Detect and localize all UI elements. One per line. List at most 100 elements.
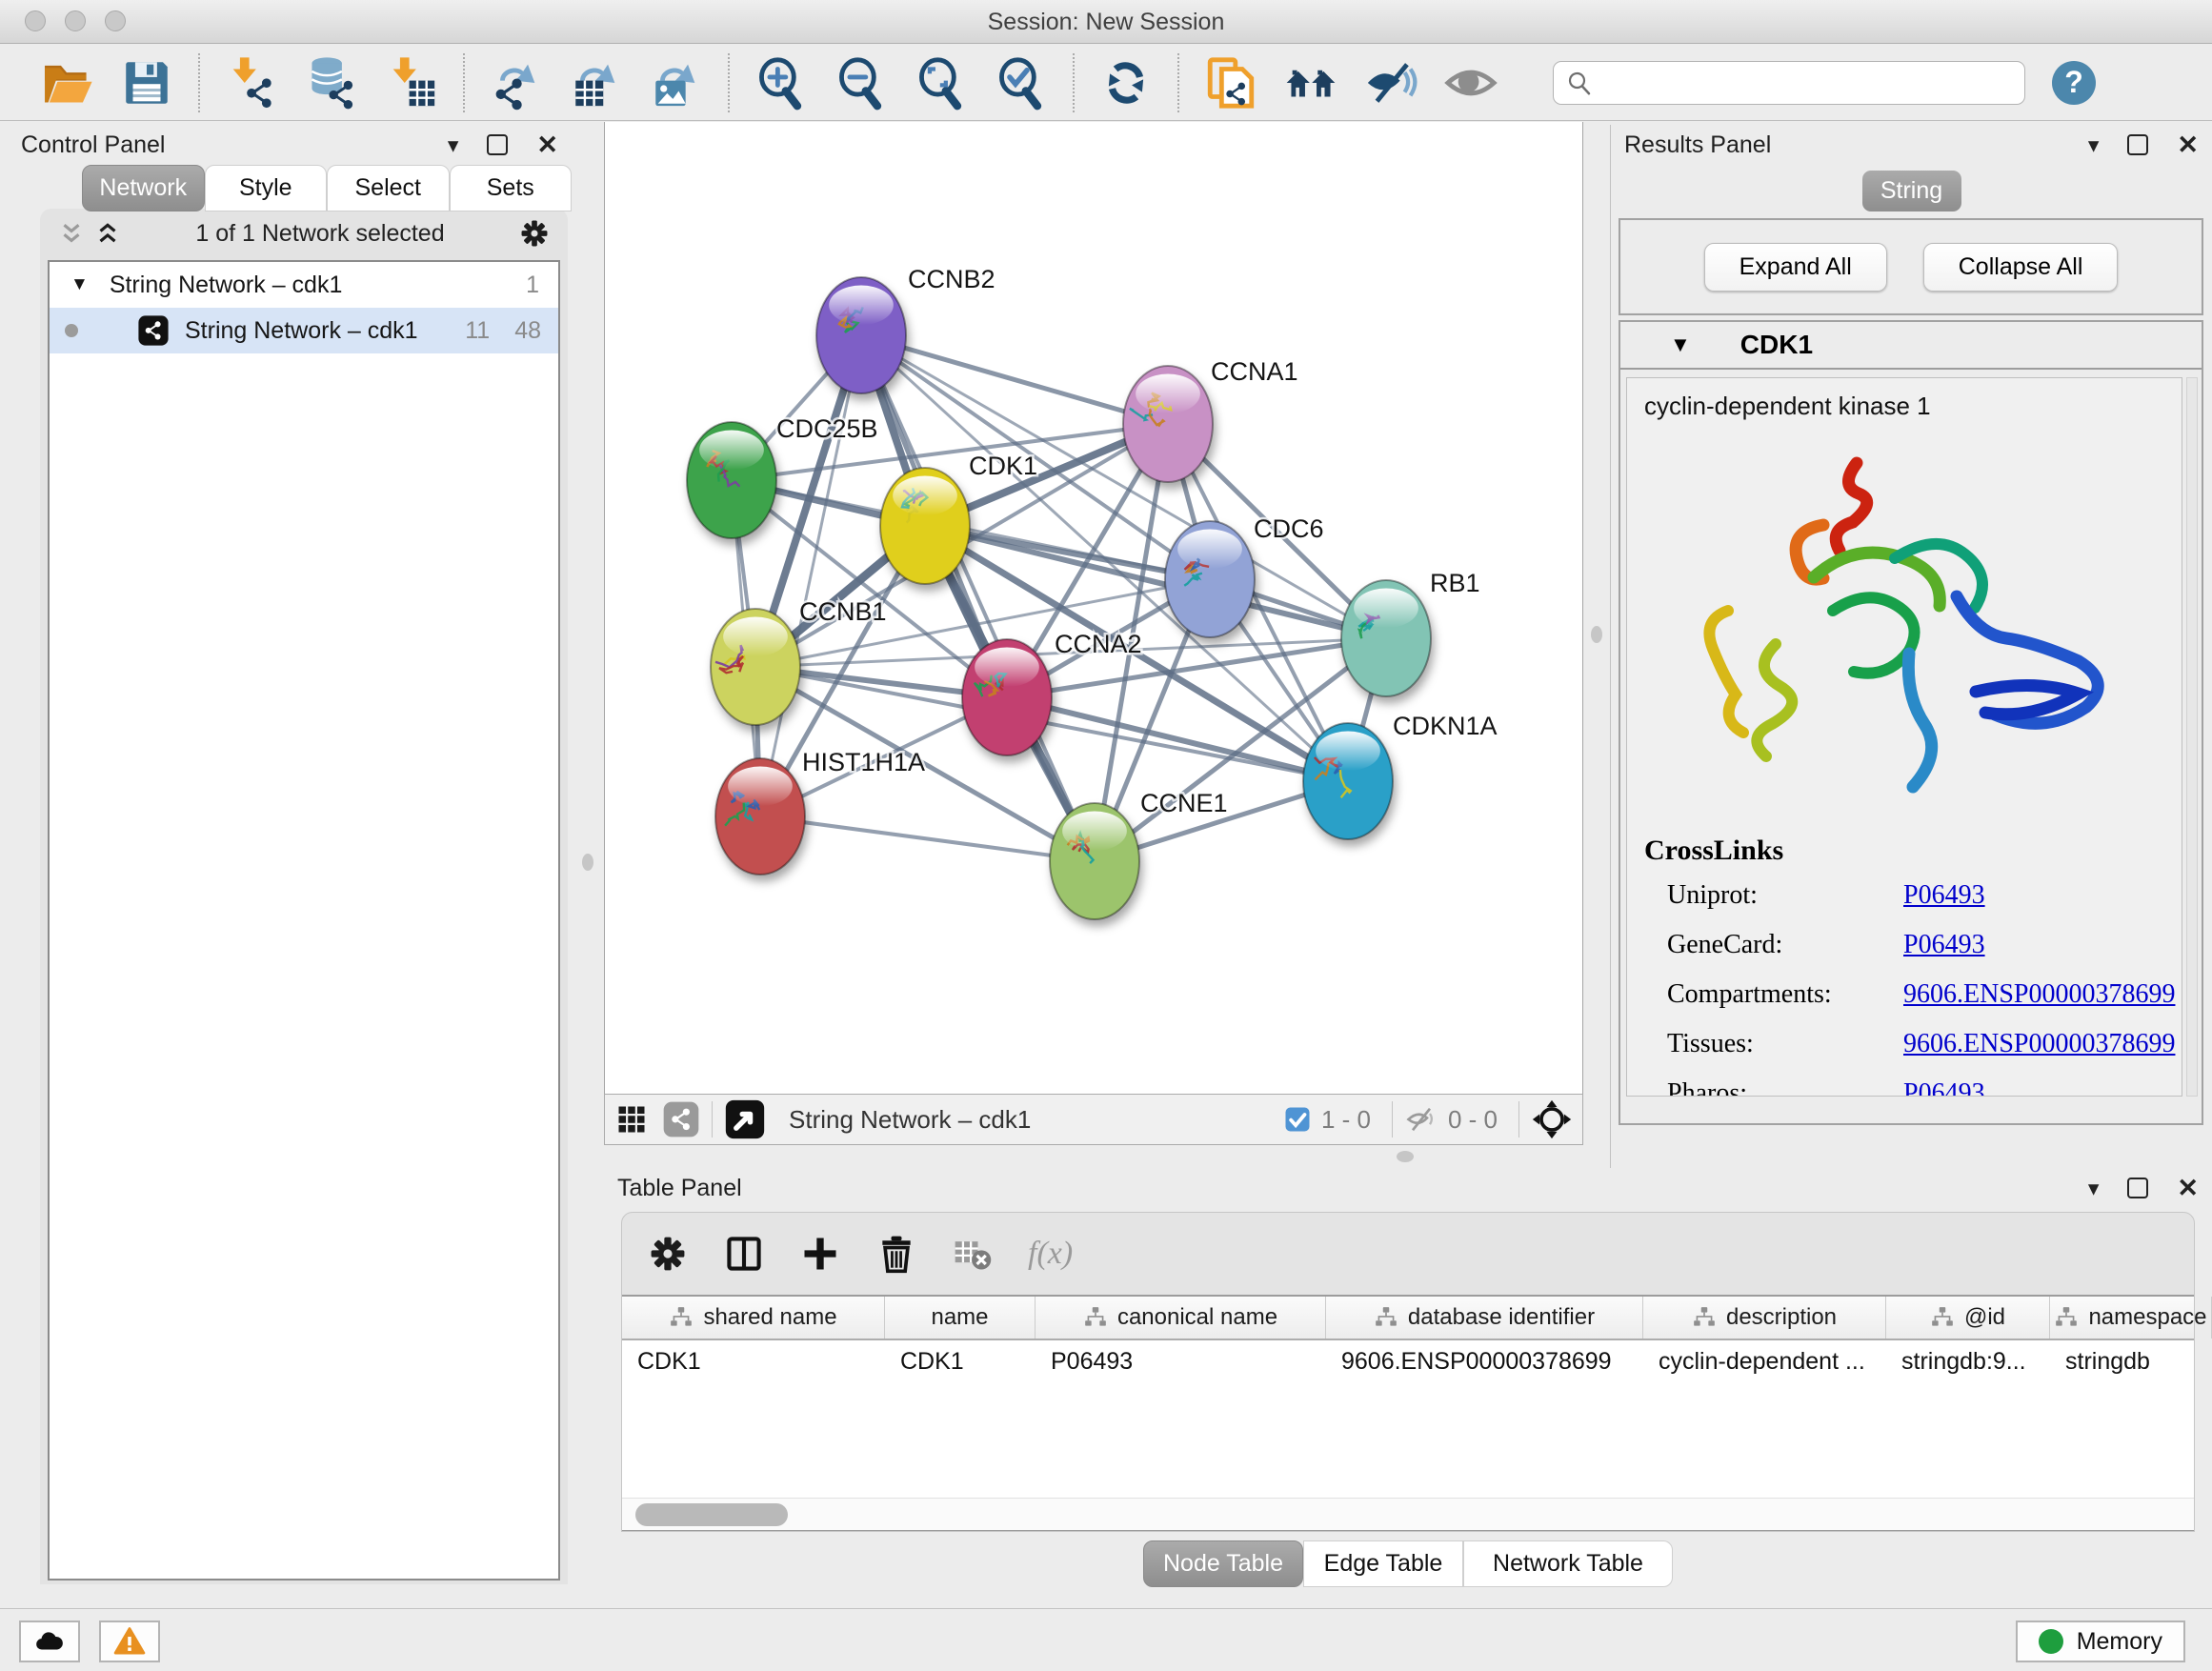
network-node-RB1[interactable]	[1341, 580, 1431, 696]
results-scrollbar[interactable]	[2186, 377, 2198, 1097]
table-cell[interactable]: CDK1	[885, 1340, 1036, 1384]
crosslink-link[interactable]: P06493	[1903, 1078, 2175, 1097]
import-network-database-button[interactable]	[292, 49, 372, 117]
crosslink-link[interactable]: P06493	[1903, 880, 2175, 911]
table-options-gear-icon[interactable]	[647, 1233, 689, 1275]
cloud-services-button[interactable]	[19, 1621, 80, 1662]
network-edge[interactable]	[861, 335, 1095, 861]
table-row[interactable]: CDK1CDK1P064939606.ENSP00000378699cyclin…	[622, 1340, 2194, 1384]
network-node-CDC6[interactable]	[1165, 521, 1255, 637]
memory-button[interactable]: Memory	[2016, 1621, 2185, 1662]
network-node-CDK1[interactable]	[880, 468, 970, 584]
search-input[interactable]	[1601, 70, 2013, 96]
table-cell[interactable]: 9606.ENSP00000378699	[1326, 1340, 1643, 1384]
column-header-canonical-name[interactable]: canonical name	[1036, 1297, 1326, 1339]
zoom-out-button[interactable]	[821, 49, 901, 117]
tab-network[interactable]: Network	[82, 165, 205, 211]
network-collection-row[interactable]: ▼ String Network – cdk1 1	[50, 262, 558, 308]
column-header-shared-name[interactable]: shared name	[622, 1297, 885, 1339]
add-column-icon[interactable]	[799, 1233, 841, 1275]
network-row-selected[interactable]: String Network – cdk1 11 48	[50, 308, 558, 353]
column-header-namespace[interactable]: namespace	[2050, 1297, 2212, 1339]
collapse-all-button[interactable]: Collapse All	[1923, 243, 2119, 292]
search-box[interactable]	[1553, 61, 2025, 105]
import-table-button[interactable]	[372, 49, 452, 117]
help-button[interactable]: ?	[2052, 61, 2096, 105]
hide-selected-button[interactable]	[1351, 49, 1431, 117]
float-panel-icon[interactable]	[2127, 1178, 2148, 1198]
float-panel-icon[interactable]	[487, 134, 508, 155]
table-cell[interactable]: stringdb	[2050, 1340, 2212, 1384]
close-window-button[interactable]	[25, 10, 46, 31]
close-panel-icon[interactable]: ✕	[2177, 131, 2199, 160]
save-session-button[interactable]	[107, 49, 187, 117]
entry-header[interactable]: ▼ CDK1	[1620, 322, 2202, 370]
network-node-CCNA1[interactable]	[1123, 366, 1213, 482]
zoom-in-button[interactable]	[741, 49, 821, 117]
birdseye-view-icon[interactable]	[724, 1098, 766, 1140]
export-network-button[interactable]	[476, 49, 556, 117]
table-cell[interactable]: stringdb:9...	[1886, 1340, 2050, 1384]
tab-select[interactable]: Select	[327, 165, 450, 211]
network-node-CCNB2[interactable]	[816, 277, 906, 393]
left-splitter-handle[interactable]	[582, 854, 593, 871]
network-options-gear-icon[interactable]	[518, 217, 551, 250]
network-node-CCNA2[interactable]	[962, 639, 1052, 755]
network-edge[interactable]	[760, 816, 1095, 861]
collapse-caret-icon[interactable]: ▼	[70, 274, 89, 295]
network-node-HIST1H1A[interactable]	[715, 758, 805, 875]
crosslink-link[interactable]: 9606.ENSP00000378699	[1903, 1029, 2175, 1059]
show-columns-icon[interactable]	[723, 1233, 765, 1275]
export-image-button[interactable]	[636, 49, 716, 117]
maximize-window-button[interactable]	[105, 10, 126, 31]
column-header-description[interactable]: description	[1643, 1297, 1886, 1339]
column-header-database-identifier[interactable]: database identifier	[1326, 1297, 1643, 1339]
delete-table-icon[interactable]	[952, 1233, 994, 1275]
table-hscrollbar[interactable]	[622, 1498, 2194, 1530]
collapse-caret-icon[interactable]: ▼	[1670, 332, 1691, 357]
export-table-button[interactable]	[556, 49, 636, 117]
copy-style-button[interactable]	[1191, 49, 1271, 117]
network-edge[interactable]	[760, 335, 861, 816]
close-panel-icon[interactable]: ✕	[536, 131, 558, 160]
column-header-name[interactable]: name	[885, 1297, 1036, 1339]
tab-string[interactable]: String	[1862, 171, 1961, 211]
float-panel-icon[interactable]	[2127, 134, 2148, 155]
tab-node-table[interactable]: Node Table	[1143, 1540, 1303, 1587]
panel-menu-icon[interactable]: ▾	[2088, 1176, 2100, 1201]
panel-menu-icon[interactable]: ▾	[2088, 132, 2100, 158]
selected-checkbox-icon[interactable]	[1283, 1105, 1312, 1134]
network-view-canvas[interactable]: CCNB2CCNA1CDC25BCDK1CDC6RB1CCNB1CCNA2CDK…	[604, 122, 1583, 1094]
network-node-CCNB1[interactable]	[711, 609, 800, 725]
warnings-button[interactable]	[99, 1621, 160, 1662]
expand-all-button[interactable]: Expand All	[1704, 243, 1887, 292]
fit-selected-crosshair-icon[interactable]	[1531, 1098, 1573, 1140]
crosslink-link[interactable]: 9606.ENSP00000378699	[1903, 979, 2175, 1010]
network-edge[interactable]	[1007, 697, 1348, 781]
network-node-CDC25B[interactable]	[687, 422, 776, 538]
hscroll-thumb[interactable]	[635, 1503, 788, 1526]
refresh-button[interactable]	[1086, 49, 1166, 117]
first-neighbors-button[interactable]	[1271, 49, 1351, 117]
show-all-button[interactable]	[1431, 49, 1511, 117]
zoom-selected-button[interactable]	[981, 49, 1061, 117]
zoom-fit-button[interactable]	[901, 49, 981, 117]
close-panel-icon[interactable]: ✕	[2177, 1174, 2199, 1203]
table-cell[interactable]: CDK1	[622, 1340, 885, 1384]
tab-network-table[interactable]: Network Table	[1463, 1540, 1673, 1587]
function-builder-button[interactable]: f(x)	[1028, 1236, 1073, 1272]
panel-menu-icon[interactable]: ▾	[448, 132, 459, 158]
right-splitter-handle[interactable]	[1591, 626, 1602, 643]
crosslink-link[interactable]: P06493	[1903, 930, 2175, 960]
network-edge[interactable]	[861, 335, 1168, 424]
expand-all-networks-icon[interactable]	[93, 219, 122, 248]
import-network-button[interactable]	[211, 49, 292, 117]
bottom-splitter-handle[interactable]	[1397, 1151, 1414, 1162]
tab-edge-table[interactable]: Edge Table	[1303, 1540, 1463, 1587]
delete-column-icon[interactable]	[875, 1233, 917, 1275]
collapse-all-networks-icon[interactable]	[57, 219, 86, 248]
open-session-button[interactable]	[27, 49, 107, 117]
network-node-CDKN1A[interactable]	[1303, 723, 1393, 839]
string-badge-icon[interactable]	[662, 1100, 700, 1138]
table-cell[interactable]: cyclin-dependent ...	[1643, 1340, 1886, 1384]
